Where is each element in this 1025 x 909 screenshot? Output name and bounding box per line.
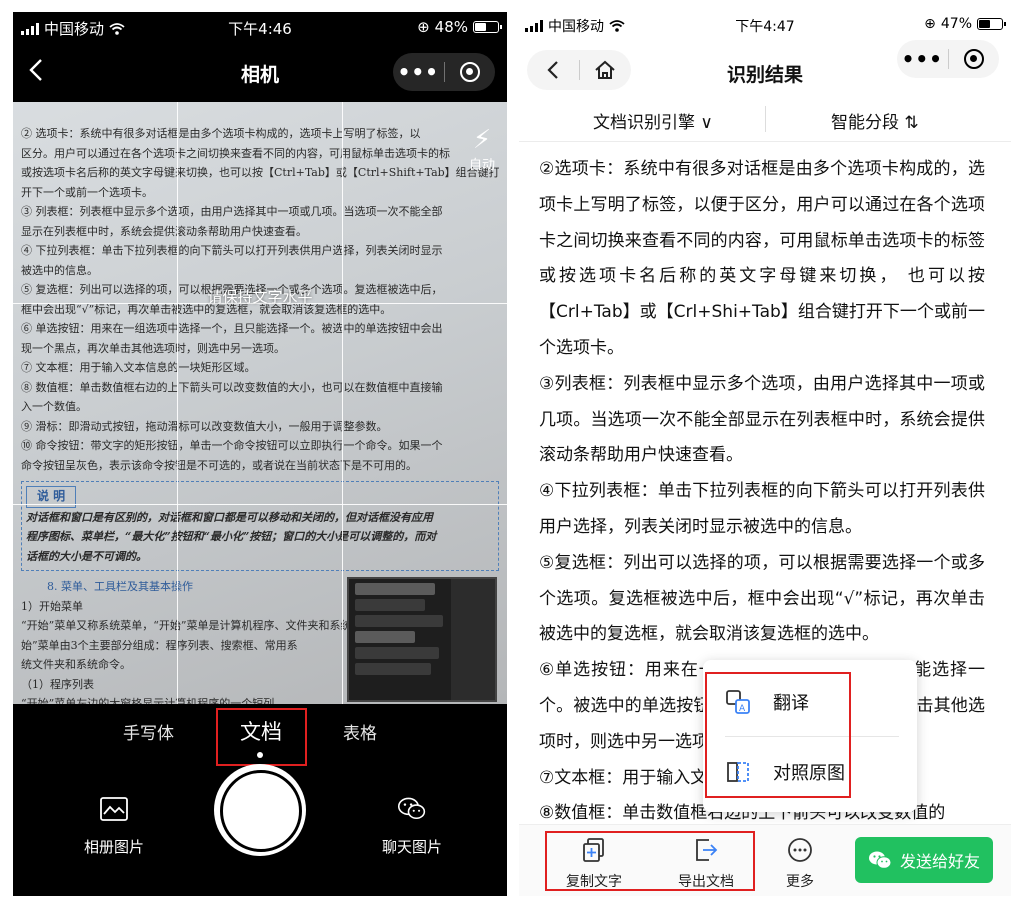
more-label: 更多 bbox=[786, 874, 814, 890]
mode-selector: 手写体 文档 表格 bbox=[13, 708, 507, 766]
nav-bar: 相机 ••• bbox=[13, 42, 507, 102]
page-text-line: 区分。用户可以通过在各个选项卡之间切换来查看不同的内容，可用鼠标单击选项卡的标 bbox=[21, 146, 450, 160]
page-text-line: ⑥ 单选按钮：用来在一组选项中选择一个，且只能选择一个。被选中的单选按钮中会出 bbox=[21, 322, 443, 335]
note-text-line: 话框的大小是不可调的。 bbox=[26, 549, 147, 563]
grid-line bbox=[342, 102, 343, 704]
note-text-line: 程序图标、菜单栏，“最大化”按钮和“最小化”按钮；窗口的大小是可以调整的，而对 bbox=[26, 530, 437, 543]
mini-program-capsule: ••• bbox=[897, 40, 999, 78]
engine-dropdown[interactable]: 文档识别引擎 ∨ bbox=[593, 108, 713, 133]
more-circle-icon bbox=[788, 838, 812, 862]
chat-images-label: 聊天图片 bbox=[381, 838, 442, 856]
mode-handwriting[interactable]: 手写体 bbox=[123, 719, 174, 744]
camera-viewfinder[interactable]: ② 选项卡：系统中有很多对话框是由多个选项卡构成的，选项卡上写明了标签，以区分。… bbox=[13, 102, 507, 704]
send-label: 发送给好友 bbox=[899, 852, 980, 871]
nav-bar: 识别结果 ••• bbox=[519, 38, 1011, 104]
result-paragraph: ③列表框：列表框中显示多个选项，由用户选择其中一项或几项。当选项一次不能全部显示… bbox=[539, 373, 985, 466]
flash-toggle[interactable]: ⚡ 自动 bbox=[469, 126, 495, 173]
close-mini-program-button[interactable] bbox=[445, 53, 496, 91]
page-text-line: 命令按钮呈灰色，表示该命令按钮是不可选的，或者说在当前状态下是不可用的。 bbox=[21, 458, 417, 472]
chat-images-button[interactable]: 聊天图片 bbox=[357, 796, 467, 857]
page-text-line: 显示在列表框中时，系统会提供滚动条帮助用户快速查看。 bbox=[21, 224, 307, 238]
send-to-friend-button[interactable]: 发送给好友 bbox=[855, 837, 993, 883]
level-hint: 请保持文字水平 bbox=[207, 288, 313, 306]
page-text-line: ⑦ 文本框：用于输入文本信息的一块矩形区域。 bbox=[21, 361, 256, 374]
mode-table[interactable]: 表格 bbox=[343, 719, 377, 744]
note-box: 说 明 对话框和窗口是有区别的，对话框和窗口都是可以移动和关闭的，但对话框没有应… bbox=[21, 481, 499, 571]
grid-line bbox=[177, 102, 178, 704]
embedded-screenshot bbox=[347, 577, 497, 702]
page-text-line: ⑩ 命令按钮：带文字的矩形按钮，单击一个命令按钮可以立即执行一个命令。如果一个 bbox=[21, 439, 443, 452]
mini-program-capsule: ••• bbox=[393, 53, 495, 91]
page-text-line: 开下一个或前一个选项卡。 bbox=[21, 185, 153, 199]
page-text-line: 入一个数值。 bbox=[21, 400, 87, 413]
more-menu-button[interactable]: ••• bbox=[393, 53, 444, 91]
camera-screen: 中国移动 下午4:46 ⊕ 48% 相机 ••• ② 选项卡：系统中有很多对话框… bbox=[13, 12, 507, 896]
highlight-frame bbox=[545, 831, 755, 891]
options-bar: 文档识别引擎 ∨ 智能分段 ⇅ bbox=[519, 104, 1011, 142]
result-paragraph: ②选项卡：系统中有很多对话框是由多个选项卡构成的，选项卡上写明了标签，以便于区分… bbox=[539, 159, 985, 358]
battery-icon bbox=[977, 18, 1006, 30]
flash-mode-label: 自动 bbox=[468, 158, 495, 173]
page-text-line: ⑨ 滑标：即滑动式按钮，拖动滑标可以改变数值大小，一般用于调整参数。 bbox=[21, 419, 388, 433]
flash-bolt-icon: ⚡ bbox=[472, 125, 492, 155]
bottom-toolbar: 复制文字 导出文档 更多 发送给好友 bbox=[519, 824, 1011, 896]
highlight-frame bbox=[705, 672, 851, 798]
target-circle-icon bbox=[459, 62, 480, 82]
page-text-line: ④ 下拉列表框：单击下拉列表框的向下箭头可以打开列表供用户选择，列表关闭时显示 bbox=[21, 244, 443, 257]
status-bar: 中国移动 下午4:47 ⊕ 47% bbox=[519, 12, 1011, 38]
orientation-lock-icon: ⊕ bbox=[417, 18, 430, 36]
camera-controls: 手写体 文档 表格 相册图片 聊天图片 bbox=[13, 704, 507, 896]
target-circle-icon bbox=[963, 49, 984, 69]
more-menu-button[interactable]: ••• bbox=[897, 40, 948, 78]
highlight-frame bbox=[216, 708, 307, 766]
picture-icon bbox=[100, 797, 128, 821]
result-paragraph: ⑤复选框：列出可以选择的项，可以根据需要选择一个或多个选项。复选框被选中后，框中… bbox=[539, 552, 985, 645]
more-button[interactable]: 更多 bbox=[765, 837, 835, 891]
shutter-button[interactable] bbox=[214, 764, 306, 856]
grid-line bbox=[13, 504, 507, 505]
page-text-line: 现一个黑点，再次单击其他选项时，则选中另一选项。 bbox=[21, 341, 285, 355]
wechat-icon bbox=[397, 797, 426, 820]
result-paragraph: ④下拉列表框：单击下拉列表框的向下箭头可以打开列表供用户选择，列表关闭时显示被选… bbox=[539, 481, 985, 537]
note-text-line: 对话框和窗口是有区别的，对话框和窗口都是可以移动和关闭的，但对话框没有应用 bbox=[26, 510, 433, 524]
close-mini-program-button[interactable] bbox=[949, 40, 1000, 78]
orientation-lock-icon: ⊕ bbox=[924, 16, 936, 32]
battery-percent: 48% bbox=[434, 18, 468, 36]
album-label: 相册图片 bbox=[83, 838, 144, 856]
recognition-result-screen: 中国移动 下午4:47 ⊕ 47% 识别结果 ••• 文档识别引擎 ∨ 智能分段… bbox=[519, 12, 1011, 896]
wechat-icon bbox=[868, 851, 892, 869]
page-text-line: ⑧ 数值框：单击数值框右边的上下箭头可以改变数值的大小，也可以在数值框中直接输 bbox=[21, 380, 443, 394]
more-dots-icon: ••• bbox=[397, 60, 439, 84]
smart-segment-toggle[interactable]: 智能分段 ⇅ bbox=[831, 108, 919, 133]
more-dots-icon: ••• bbox=[901, 47, 943, 71]
page-text-line: 或按选项卡名后称的英文字母键来切换，也可以按【Ctrl+Tab】或【Ctrl+S… bbox=[21, 166, 499, 179]
battery-percent: 47% bbox=[940, 16, 972, 32]
status-bar: 中国移动 下午4:46 ⊕ 48% bbox=[13, 12, 507, 42]
more-popup-menu: A 翻译 对照原图 bbox=[703, 660, 917, 812]
page-text-line: 被选中的信息。 bbox=[21, 263, 98, 277]
album-button[interactable]: 相册图片 bbox=[59, 796, 169, 857]
battery-icon bbox=[473, 21, 502, 33]
page-text-line: ② 选项卡：系统中有很多对话框是由多个选项卡构成的，选项卡上写明了标签，以 bbox=[21, 127, 421, 140]
page-text-line: ③ 列表框：列表框中显示多个选项，由用户选择其中一项或几项。当选项一次不能全部 bbox=[21, 205, 443, 218]
